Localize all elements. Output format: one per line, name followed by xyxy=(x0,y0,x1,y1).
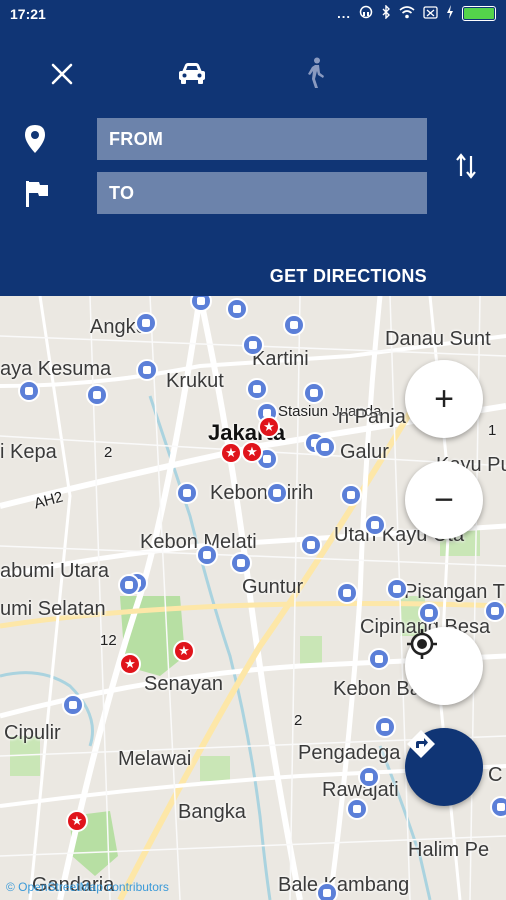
map-label-road-c: C xyxy=(488,764,503,786)
map-label-kebon-sirih: Kebon Sirih xyxy=(210,482,314,504)
transit-station-pin[interactable] xyxy=(283,314,305,336)
favorite-star-pin[interactable]: ★ xyxy=(119,653,141,675)
transit-station-pin[interactable] xyxy=(266,482,288,504)
map-label-pinang: n Panja xyxy=(338,406,406,428)
zoom-out-button[interactable]: − xyxy=(405,461,483,539)
transit-station-pin[interactable] xyxy=(62,694,84,716)
map-view[interactable]: Angke Danau Sunt Kartini aya Kesuma Kruk… xyxy=(0,296,506,900)
map-label-halim: Halim Pe xyxy=(408,839,490,861)
directions-panel: FROM TO GET DIRECTIONS xyxy=(0,30,506,296)
transit-station-pin[interactable] xyxy=(86,384,108,406)
wifi-icon xyxy=(399,5,415,22)
transit-station-pin[interactable] xyxy=(340,484,362,506)
zoom-in-button[interactable]: + xyxy=(405,360,483,438)
map-label-melawai: Melawai xyxy=(118,748,192,770)
transit-station-pin[interactable] xyxy=(418,602,440,624)
favorite-star-pin[interactable]: ★ xyxy=(258,416,280,438)
map-attribution[interactable]: © OpenStreetMap contributors xyxy=(6,880,169,894)
swap-button[interactable] xyxy=(446,146,486,186)
swap-icon xyxy=(456,153,476,179)
map-label-road-1: 1 xyxy=(488,422,497,439)
battery-level xyxy=(464,8,494,19)
map-label-jaya-kesuma: aya Kesuma xyxy=(0,358,112,380)
location-pin-icon xyxy=(24,124,46,159)
more-dots-icon: ... xyxy=(337,6,351,21)
transit-station-pin[interactable] xyxy=(300,534,322,556)
charging-icon xyxy=(446,5,454,22)
map-label-road-2a: 2 xyxy=(104,444,113,461)
transit-station-pin[interactable] xyxy=(118,574,140,596)
transit-station-pin[interactable] xyxy=(314,436,336,458)
walk-icon xyxy=(308,57,324,88)
plus-icon: + xyxy=(434,380,454,418)
transit-station-pin[interactable] xyxy=(346,798,368,820)
map-label-sukabumi-selatan: umi Selatan xyxy=(0,598,106,620)
from-field[interactable]: FROM xyxy=(97,118,427,160)
sim-icon xyxy=(423,5,438,22)
close-button[interactable] xyxy=(40,56,84,92)
transit-station-pin[interactable] xyxy=(358,766,380,788)
transit-station-pin[interactable] xyxy=(336,582,358,604)
battery-icon xyxy=(462,6,496,21)
map-label-bale-kambang: Bale Kambang xyxy=(278,874,410,896)
close-icon xyxy=(51,63,73,85)
map-label-galur: Galur xyxy=(340,441,389,463)
minus-icon: − xyxy=(434,481,454,519)
map-label-road-2b: 2 xyxy=(294,712,303,729)
map-label-senayan: Senayan xyxy=(144,673,223,695)
favorite-star-pin[interactable]: ★ xyxy=(220,442,242,464)
car-icon xyxy=(179,63,205,84)
map-label-kepa: i Kepa xyxy=(0,441,57,463)
transit-station-pin[interactable] xyxy=(196,544,218,566)
get-directions-button[interactable]: GET DIRECTIONS xyxy=(270,266,427,287)
status-time: 17:21 xyxy=(10,6,46,22)
transit-station-pin[interactable] xyxy=(226,298,248,320)
transit-station-pin[interactable] xyxy=(303,382,325,404)
transit-station-pin[interactable] xyxy=(230,552,252,574)
transit-station-pin[interactable] xyxy=(490,796,506,818)
transit-station-pin[interactable] xyxy=(368,648,390,670)
transit-station-pin[interactable] xyxy=(364,514,386,536)
map-label-bangka: Bangka xyxy=(178,801,246,823)
directions-icon xyxy=(407,730,435,758)
to-field[interactable]: TO xyxy=(97,172,427,214)
transit-station-pin[interactable] xyxy=(316,882,338,900)
transit-station-pin[interactable] xyxy=(18,380,40,402)
favorite-star-pin[interactable]: ★ xyxy=(241,441,263,463)
status-icons: ... xyxy=(337,4,496,22)
transit-station-pin[interactable] xyxy=(242,334,264,356)
bluetooth-icon xyxy=(381,4,391,22)
transit-station-pin[interactable] xyxy=(484,600,506,622)
walk-mode-button[interactable] xyxy=(294,52,338,94)
transit-station-pin[interactable] xyxy=(386,578,408,600)
headset-icon xyxy=(359,5,373,22)
transit-station-pin[interactable] xyxy=(135,312,157,334)
transit-station-pin[interactable] xyxy=(176,482,198,504)
my-location-button[interactable] xyxy=(405,627,483,705)
map-label-danau-sunter: Danau Sunt xyxy=(385,328,491,350)
status-bar: 17:21 ... xyxy=(0,0,506,30)
crosshair-icon xyxy=(407,629,437,659)
transit-station-pin[interactable] xyxy=(374,716,396,738)
map-label-guntur: Guntur xyxy=(242,576,304,598)
favorite-star-pin[interactable]: ★ xyxy=(66,810,88,832)
flag-icon xyxy=(25,180,49,213)
map-label-road-12: 12 xyxy=(100,632,117,649)
car-mode-button[interactable] xyxy=(170,54,214,94)
map-label-sukabumi-utara: abumi Utara xyxy=(0,560,109,582)
transit-station-pin[interactable] xyxy=(136,359,158,381)
map-label-krukut: Krukut xyxy=(166,370,224,392)
directions-button[interactable] xyxy=(405,728,483,806)
favorite-star-pin[interactable]: ★ xyxy=(173,640,195,662)
transit-station-pin[interactable] xyxy=(246,378,268,400)
map-label-pengadegan: Pengadega xyxy=(298,742,401,764)
map-label-cipulir: Cipulir xyxy=(4,722,61,744)
